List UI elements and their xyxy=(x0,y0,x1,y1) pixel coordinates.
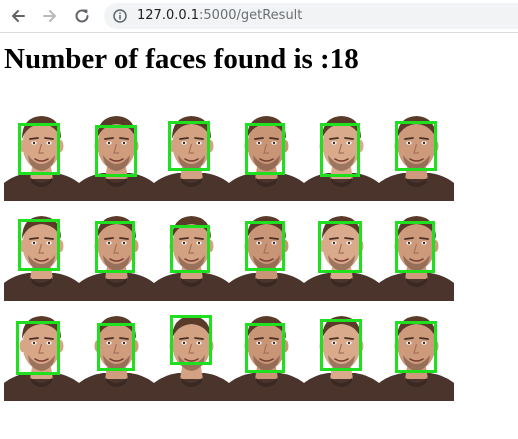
face-detection-result-image xyxy=(4,105,454,401)
address-bar[interactable]: 127.0.0.1:5000/getResult xyxy=(104,3,518,29)
url-text[interactable]: 127.0.0.1:5000/getResult xyxy=(137,8,302,24)
face-bounding-box xyxy=(245,221,285,271)
face-bounding-box xyxy=(18,123,60,175)
face-bounding-box xyxy=(95,125,137,177)
face-bounding-box xyxy=(245,323,285,373)
back-button[interactable] xyxy=(8,6,28,26)
face-bounding-box xyxy=(95,221,135,273)
face-bounding-box xyxy=(395,321,437,373)
url-path: :5000/getResult xyxy=(199,8,303,23)
face-bounding-box xyxy=(320,319,362,371)
face-bounding-box xyxy=(16,321,60,375)
reload-button[interactable] xyxy=(72,6,92,26)
face-bounding-box xyxy=(245,123,285,175)
face-bounding-box xyxy=(168,121,210,171)
face-bounding-box xyxy=(18,219,60,271)
arrow-left-icon xyxy=(10,8,26,24)
face-bounding-box xyxy=(395,221,435,273)
url-host: 127.0.0.1 xyxy=(137,8,200,23)
forward-button[interactable] xyxy=(40,6,60,26)
face-bounding-box xyxy=(395,121,437,171)
face-bounding-box xyxy=(318,221,362,273)
page-heading: Number of faces found is :18 xyxy=(4,43,359,75)
arrow-right-icon xyxy=(42,8,58,24)
face-bounding-box xyxy=(170,225,210,273)
face-bounding-box xyxy=(170,315,212,365)
reload-icon xyxy=(74,8,90,24)
face-bounding-box xyxy=(97,323,135,371)
info-icon[interactable] xyxy=(113,9,127,23)
face-bounding-box xyxy=(320,123,360,177)
browser-toolbar: 127.0.0.1:5000/getResult xyxy=(0,0,518,33)
